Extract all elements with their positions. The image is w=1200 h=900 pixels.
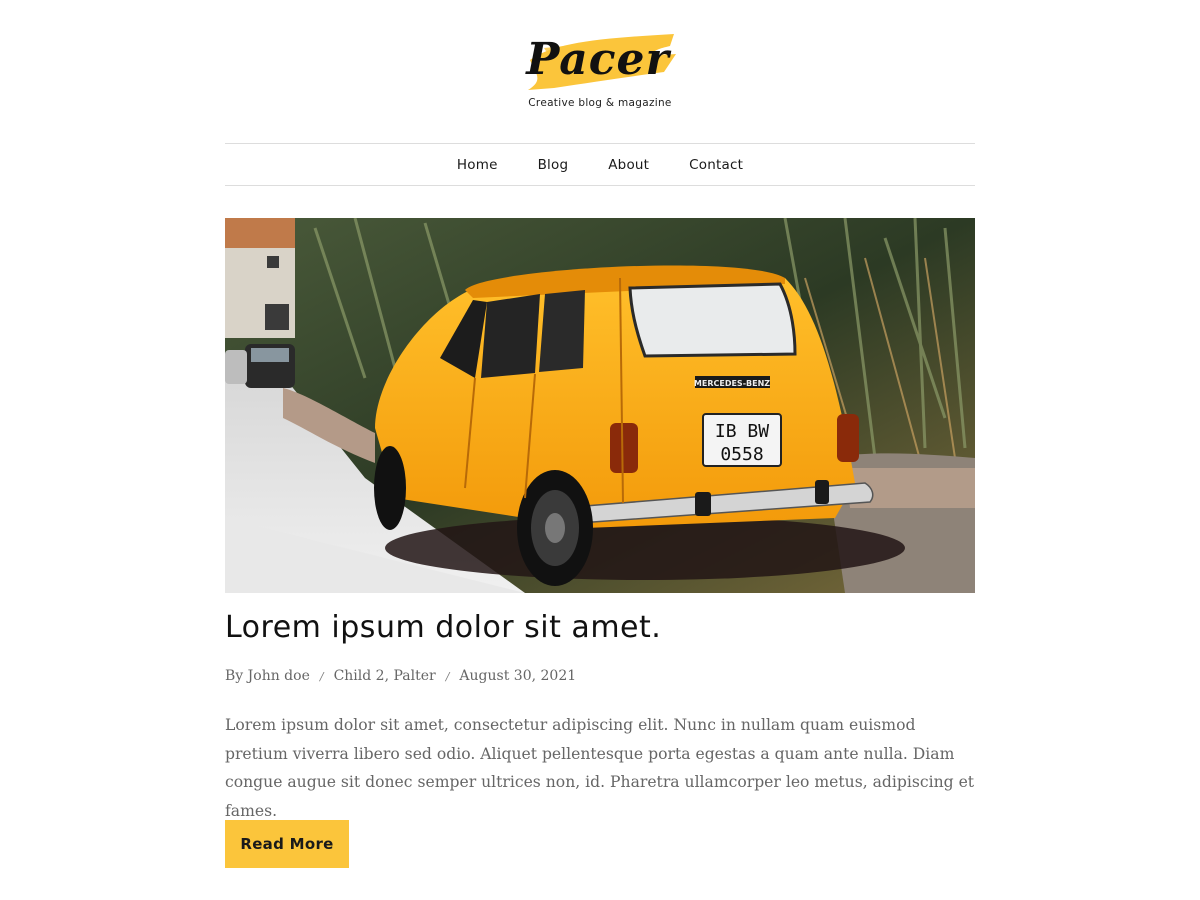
site-logo[interactable]: Pacer Creative blog & magazine [0, 26, 1200, 121]
meta-separator: / [319, 669, 324, 683]
nav-item-home[interactable]: Home [457, 157, 498, 173]
site-tagline: Creative blog & magazine [528, 97, 672, 109]
post-featured-image[interactable]: MERCEDES-BENZ IB BW 0558 [225, 218, 975, 593]
post-title[interactable]: Lorem ipsum dolor sit amet. [225, 610, 975, 645]
read-more-button[interactable]: Read More [225, 820, 349, 868]
post-author[interactable]: By John doe [225, 668, 310, 684]
post-excerpt: Lorem ipsum dolor sit amet, consectetur … [225, 716, 975, 820]
post-meta: By John doe / Child 2, Palter / August 3… [225, 668, 975, 684]
logo-text: Pacer [526, 34, 670, 85]
nav-item-contact[interactable]: Contact [689, 157, 743, 173]
meta-separator: / [445, 669, 450, 683]
plate-line-2: 0558 [720, 444, 763, 465]
nav-item-blog[interactable]: Blog [538, 157, 569, 173]
post-date[interactable]: August 30, 2021 [459, 668, 576, 684]
main-nav: Home Blog About Contact [225, 143, 975, 186]
nav-item-about[interactable]: About [608, 157, 649, 173]
post-categories[interactable]: Child 2, Palter [334, 668, 436, 684]
car-badge: MERCEDES-BENZ [694, 379, 770, 388]
car-photo: MERCEDES-BENZ IB BW 0558 [225, 218, 975, 593]
plate-line-1: IB BW [715, 421, 769, 442]
